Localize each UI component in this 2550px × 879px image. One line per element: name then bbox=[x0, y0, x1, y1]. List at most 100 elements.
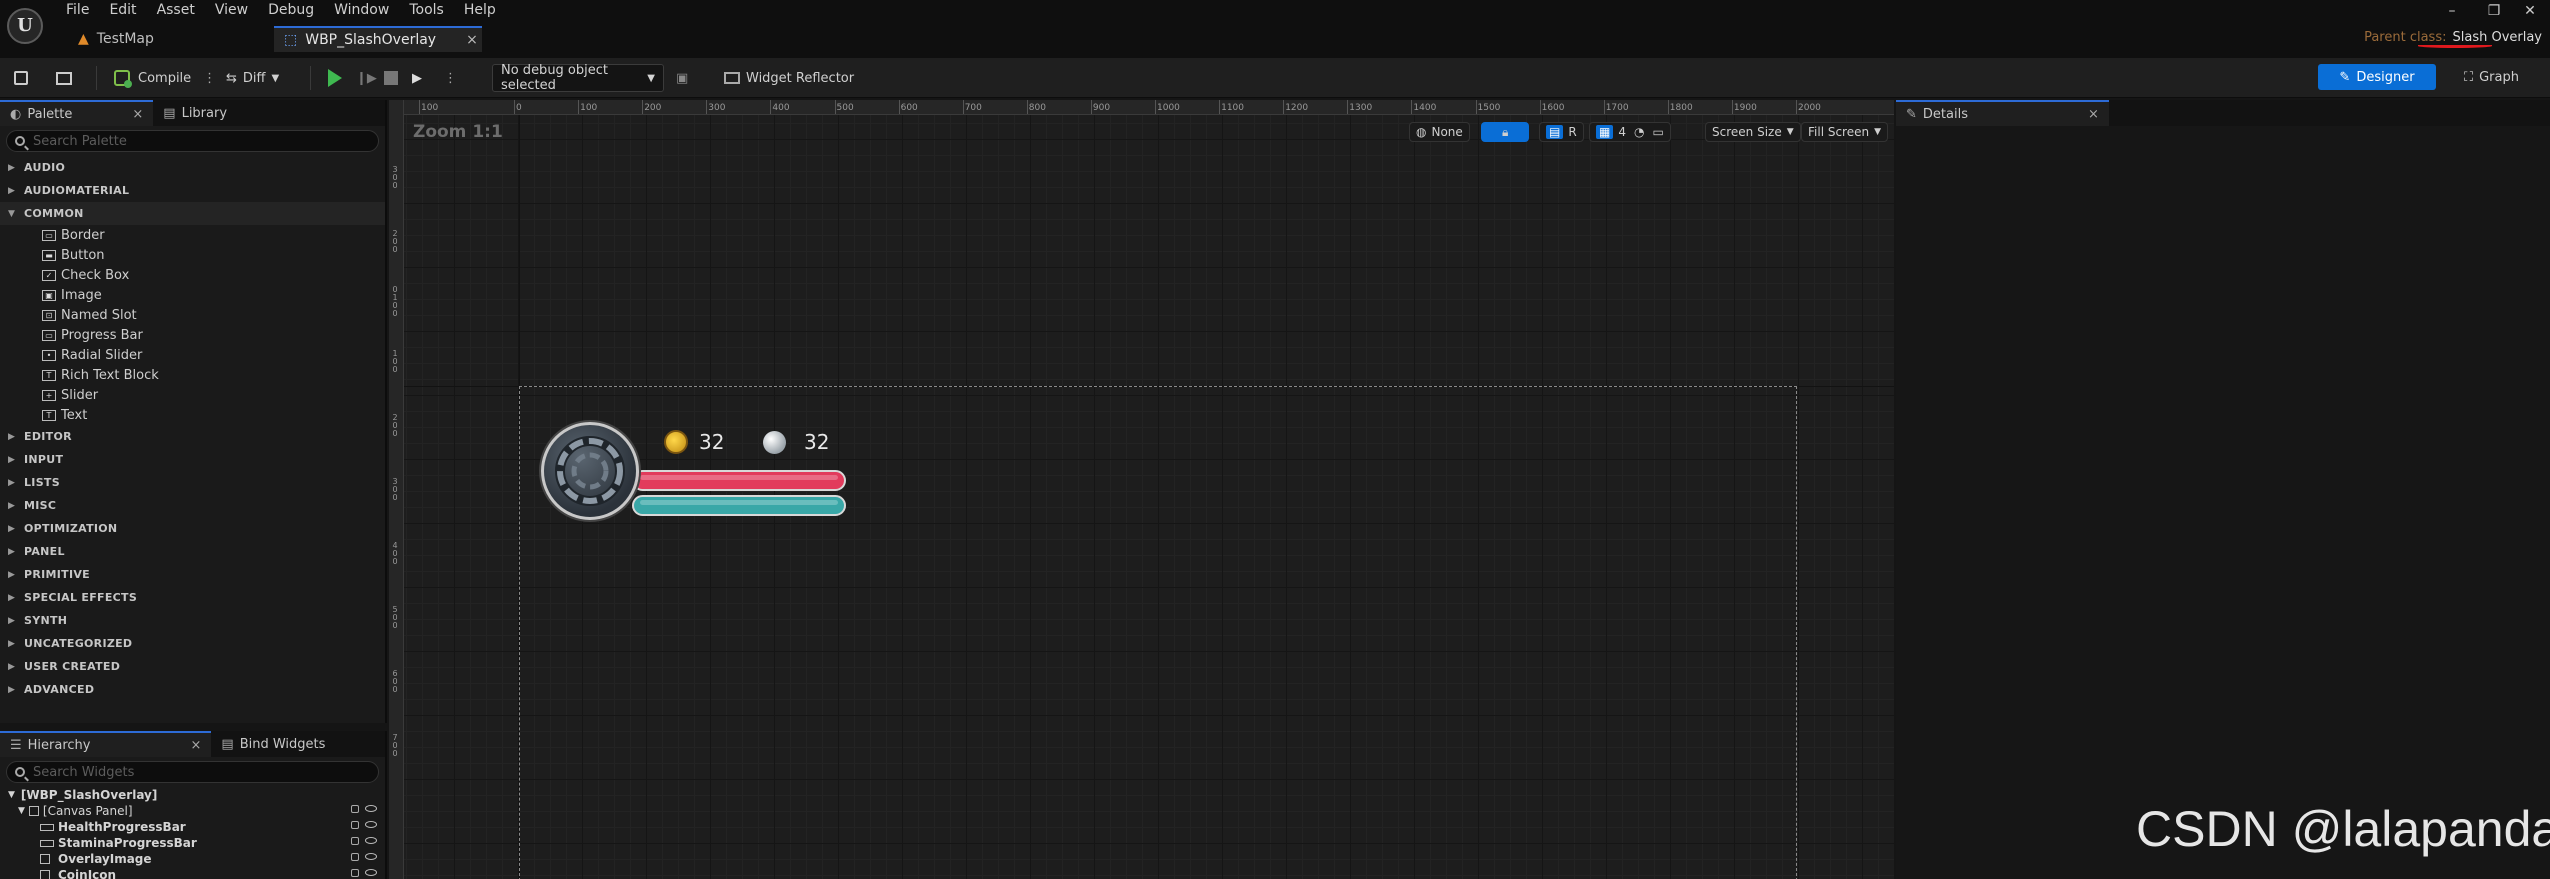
widget-reflector-label: Widget Reflector bbox=[746, 70, 855, 86]
lock-icon[interactable] bbox=[351, 821, 359, 829]
ruler-tick-label: 600 bbox=[898, 100, 918, 114]
eye-icon[interactable] bbox=[365, 805, 377, 812]
hierarchy-coin-icon[interactable]: CoinIcon bbox=[0, 867, 385, 879]
soul-icon[interactable] bbox=[763, 431, 786, 454]
tab-hierarchy[interactable]: ☰ Hierarchy × bbox=[0, 731, 212, 757]
simulate-icon: ▶ bbox=[412, 70, 422, 86]
palette-item-button[interactable]: ▬ Button bbox=[0, 245, 385, 265]
menu-help[interactable]: Help bbox=[454, 0, 506, 20]
tab-bind-widgets[interactable]: ▤ Bind Widgets bbox=[211, 731, 335, 757]
simulate-button[interactable]: ▶ bbox=[412, 64, 422, 92]
save-icon[interactable] bbox=[14, 64, 28, 92]
menu-tools[interactable]: Tools bbox=[399, 0, 454, 20]
menu-window[interactable]: Window bbox=[324, 0, 399, 20]
hierarchy-root[interactable]: ▼ [WBP_SlashOverlay] bbox=[0, 787, 385, 803]
lock-icon[interactable] bbox=[351, 805, 359, 813]
category-synth[interactable]: ▶ SYNTH bbox=[0, 609, 385, 632]
palette-item-check-box[interactable]: ✓ Check Box bbox=[0, 265, 385, 285]
category-optimization[interactable]: ▶ OPTIMIZATION bbox=[0, 517, 385, 540]
browse-debug-icon[interactable]: ▣ bbox=[676, 64, 688, 92]
lock-icon[interactable] bbox=[351, 837, 359, 845]
play-options-icon[interactable]: ⋮ bbox=[444, 64, 457, 92]
grid-snap-toggle[interactable]: ▦ 4 ◔ ▭ bbox=[1589, 122, 1671, 142]
graph-icon: ⛶ bbox=[2464, 69, 2474, 85]
hierarchy-health-bar[interactable]: HealthProgressBar bbox=[0, 819, 385, 835]
graph-button[interactable]: ⛶ Graph bbox=[2464, 64, 2519, 90]
category-panel[interactable]: ▶ PANEL bbox=[0, 540, 385, 563]
compile-options-icon[interactable]: ⋮ bbox=[203, 71, 216, 86]
category-common[interactable]: ▼ COMMON bbox=[0, 202, 385, 225]
eye-icon[interactable] bbox=[365, 821, 377, 828]
health-progress-bar[interactable] bbox=[632, 470, 846, 491]
designer-canvas[interactable]: 100 0 100 200 300 400 500 600 700 800 900 1000 1100 1… bbox=[389, 100, 1894, 879]
debug-object-dropdown[interactable]: No debug object selected ▼ bbox=[492, 63, 664, 93]
menu-file[interactable]: File bbox=[56, 0, 99, 20]
palette-item-border[interactable]: ▭ Border bbox=[0, 225, 385, 245]
palette-item-image[interactable]: ▣ Image bbox=[0, 285, 385, 305]
category-audio[interactable]: ▶ AUDIO bbox=[0, 156, 385, 179]
category-special-effects[interactable]: ▶ SPECIAL EFFECTS bbox=[0, 586, 385, 609]
hierarchy-search-input[interactable]: Search Widgets bbox=[6, 761, 379, 783]
menu-edit[interactable]: Edit bbox=[99, 0, 146, 20]
tab-close-icon[interactable]: × bbox=[2088, 107, 2099, 122]
palette-item-slider[interactable]: + Slider bbox=[0, 385, 385, 405]
tab-close-icon[interactable]: × bbox=[466, 32, 478, 48]
palette-search-input[interactable]: Search Palette bbox=[6, 130, 379, 152]
unreal-logo-icon[interactable]: U bbox=[7, 8, 43, 44]
tab-details[interactable]: ✎ Details × bbox=[1896, 100, 2109, 126]
palette-item-text[interactable]: T Text bbox=[0, 405, 385, 425]
category-label: PRIMITIVE bbox=[24, 568, 90, 581]
menu-view[interactable]: View bbox=[205, 0, 258, 20]
palette-item-rich-text-block[interactable]: T Rich Text Block bbox=[0, 365, 385, 385]
tab-library[interactable]: ▤ Library bbox=[153, 100, 237, 126]
minimize-button[interactable]: – bbox=[2432, 0, 2472, 22]
browse-icon[interactable] bbox=[56, 64, 72, 92]
close-window-button[interactable]: ✕ bbox=[2510, 0, 2550, 22]
eye-icon[interactable] bbox=[365, 869, 377, 876]
lock-icon[interactable] bbox=[351, 853, 359, 861]
parent-class-link[interactable]: Slash Overlay bbox=[2452, 30, 2542, 45]
category-lists[interactable]: ▶ LISTS bbox=[0, 471, 385, 494]
category-advanced[interactable]: ▶ ADVANCED bbox=[0, 678, 385, 701]
compile-button[interactable]: Compile ⋮ bbox=[114, 64, 216, 92]
category-primitive[interactable]: ▶ PRIMITIVE bbox=[0, 563, 385, 586]
diff-button[interactable]: ⇆ Diff ▼ bbox=[226, 64, 279, 92]
screen-size-dropdown[interactable]: Screen Size ▼ bbox=[1705, 122, 1801, 142]
tab-palette[interactable]: ◐ Palette × bbox=[0, 100, 154, 126]
lock-icon[interactable] bbox=[351, 869, 359, 877]
tab-testmap[interactable]: ▲ TestMap bbox=[68, 26, 164, 52]
category-misc[interactable]: ▶ MISC bbox=[0, 494, 385, 517]
coin-icon[interactable] bbox=[664, 430, 688, 454]
play-button[interactable] bbox=[328, 64, 342, 92]
stop-button[interactable] bbox=[384, 64, 398, 92]
category-user-created[interactable]: ▶ USER CREATED bbox=[0, 655, 385, 678]
step-button[interactable]: ❙▶ bbox=[356, 64, 377, 92]
menu-debug[interactable]: Debug bbox=[258, 0, 324, 20]
category-audiomaterial[interactable]: ▶ AUDIOMATERIAL bbox=[0, 179, 385, 202]
category-uncategorized[interactable]: ▶ UNCATEGORIZED bbox=[0, 632, 385, 655]
palette-item-progress-bar[interactable]: ▭ Progress Bar bbox=[0, 325, 385, 345]
restore-button[interactable]: ❐ bbox=[2474, 0, 2514, 22]
tab-wbp-slashoverlay[interactable]: ⬚ WBP_SlashOverlay × bbox=[274, 26, 482, 52]
overlay-portrait-image[interactable] bbox=[541, 422, 639, 520]
widget-reflector-button[interactable]: Widget Reflector bbox=[724, 64, 854, 92]
eye-icon[interactable] bbox=[365, 853, 377, 860]
hierarchy-stamina-bar[interactable]: StaminaProgressBar bbox=[0, 835, 385, 851]
reset-layout-button[interactable]: ▤ R bbox=[1539, 122, 1584, 142]
hierarchy-canvas-panel[interactable]: ▼ [Canvas Panel] bbox=[0, 803, 385, 819]
category-editor[interactable]: ▶ EDITOR bbox=[0, 425, 385, 448]
respect-locks-toggle[interactable]: 🔒︎ bbox=[1481, 122, 1529, 142]
palette-item-named-slot[interactable]: ⊡ Named Slot bbox=[0, 305, 385, 325]
category-input[interactable]: ▶ INPUT bbox=[0, 448, 385, 471]
localization-preview-button[interactable]: ◍ None bbox=[1409, 122, 1470, 142]
tab-close-icon[interactable]: × bbox=[191, 738, 202, 753]
menu-asset[interactable]: Asset bbox=[147, 0, 205, 20]
play-icon bbox=[328, 69, 342, 87]
stamina-progress-bar[interactable] bbox=[632, 495, 846, 516]
eye-icon[interactable] bbox=[365, 837, 377, 844]
fill-screen-dropdown[interactable]: Fill Screen ▼ bbox=[1801, 122, 1889, 142]
tab-close-icon[interactable]: × bbox=[132, 107, 143, 122]
designer-button[interactable]: ✎ Designer bbox=[2318, 64, 2436, 90]
hierarchy-overlay-image[interactable]: OverlayImage bbox=[0, 851, 385, 867]
palette-item-radial-slider[interactable]: • Radial Slider bbox=[0, 345, 385, 365]
